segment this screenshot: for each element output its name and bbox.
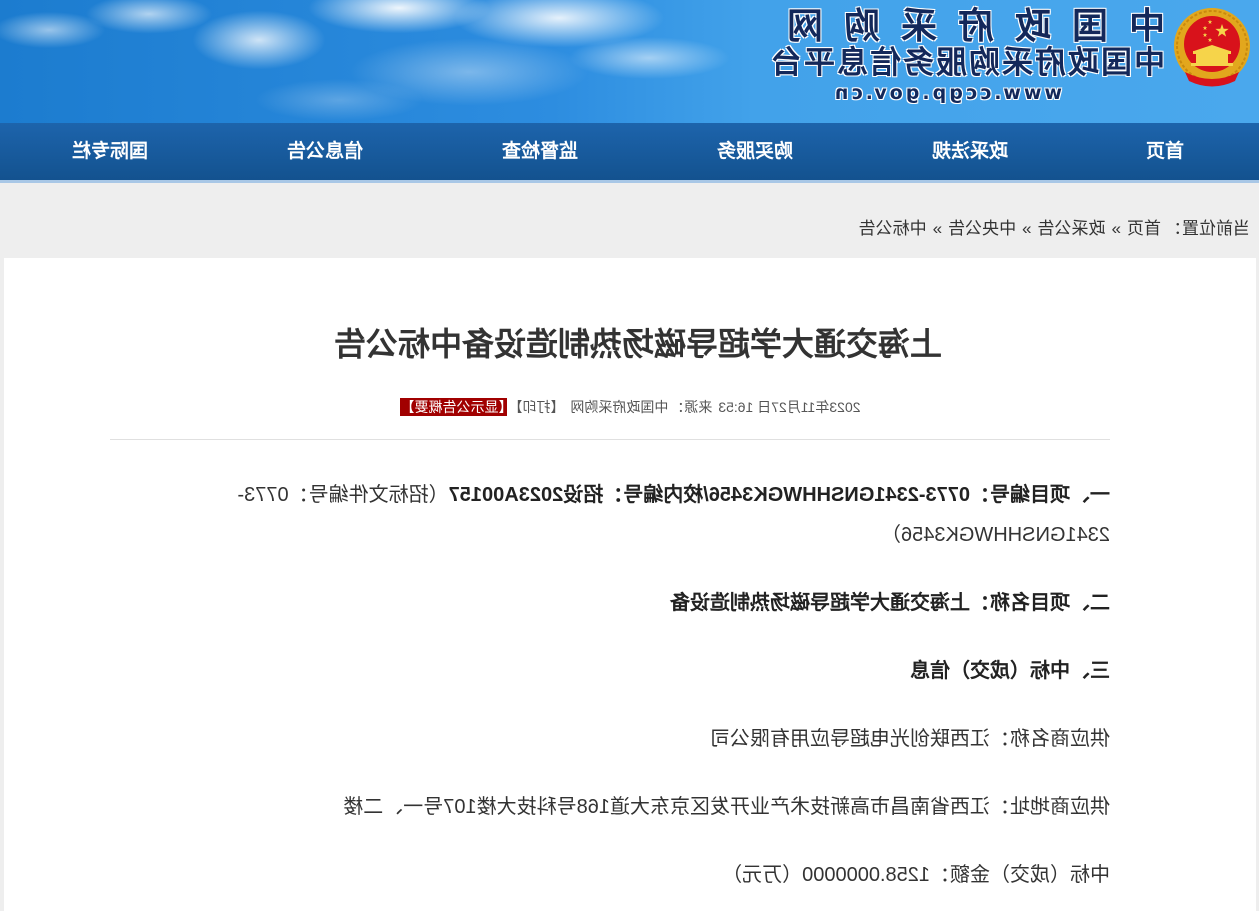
- supplier-name: 供应商名称：江西联创光电超导应用有限公司: [710, 728, 1110, 750]
- nav-item-home[interactable]: 首页: [1146, 123, 1184, 180]
- nav-item-regulations[interactable]: 政采法规: [932, 123, 1008, 180]
- show-summary-button[interactable]: 【显示公告概要】: [399, 398, 507, 416]
- site-subtitle: 中国政府采购服务信息平台: [769, 45, 1165, 80]
- article-panel: 上海交通大学超导磁场热制造设备中标公告 2023年11月27日 16:53 来源…: [4, 258, 1256, 911]
- supplier-address: 供应商地址：江西省南昌市高新技术产业开发区京东大道168号科技大楼107号一、二…: [343, 796, 1110, 818]
- breadcrumb-separator: »: [1111, 219, 1121, 238]
- nav-item-announcements[interactable]: 信息公告: [287, 123, 363, 180]
- national-emblem-icon[interactable]: [1171, 6, 1253, 90]
- article-title: 上海交通大学超导磁场热制造设备中标公告: [334, 326, 943, 362]
- article-content: 一、项目编号：0773-2341GNSHHWGK3456/校内编号：招设2023…: [110, 475, 1110, 895]
- print-link[interactable]: 【打印】: [509, 399, 565, 415]
- divider: [110, 439, 1110, 440]
- main-nav: 首页 政采法规 购买服务 监督检查 信息公告 国际专栏: [0, 123, 1259, 183]
- page: 中国政府采购网 中国政府采购服务信息平台 www.ccgp.gov.cn 首页 …: [0, 0, 1259, 911]
- site-url[interactable]: www.ccgp.gov.cn: [832, 82, 1062, 104]
- award-amount: 中标（成交）金额：1258.0000000（万元）: [722, 864, 1110, 886]
- section-project-name: 二、项目名称：上海交通大学超导磁场热制造设备: [670, 592, 1110, 614]
- breadcrumb: 当前位置：首页 » 政采公告 » 中央公告 » 中标公告: [859, 218, 1250, 240]
- project-number-text: 一、项目编号：0773-2341GNSHHWGK3456/校内编号：招设2023…: [448, 484, 1110, 506]
- breadcrumb-item-home[interactable]: 首页: [1127, 219, 1161, 238]
- site-title[interactable]: 中国政府采购网: [766, 5, 1165, 47]
- breadcrumb-item-announcements[interactable]: 政采公告: [1038, 219, 1106, 238]
- source-label: 来源：: [670, 399, 713, 415]
- breadcrumb-prefix: 当前位置：: [1165, 219, 1250, 238]
- article-meta: 2023年11月27日 16:53 来源：中国政府采购网 【打印】【显示公告概要…: [4, 397, 1256, 417]
- breadcrumb-item-award[interactable]: 中标公告: [859, 219, 927, 238]
- breadcrumb-item-central[interactable]: 中央公告: [948, 219, 1016, 238]
- nav-item-international[interactable]: 国际专栏: [72, 123, 148, 180]
- nav-item-supervision[interactable]: 监督检查: [502, 123, 578, 180]
- section-award-heading: 三、中标（成交）信息: [910, 660, 1110, 682]
- nav-item-purchase-services[interactable]: 购买服务: [717, 123, 793, 180]
- source-name: 中国政府采购网: [570, 399, 669, 415]
- section-project-number: 一、项目编号：0773-2341GNSHHWGK3456/校内编号：招设2023…: [110, 475, 1110, 555]
- breadcrumb-separator: »: [1022, 219, 1032, 238]
- site-header: 中国政府采购网 中国政府采购服务信息平台 www.ccgp.gov.cn: [0, 0, 1259, 123]
- breadcrumb-separator: »: [932, 219, 943, 238]
- publish-datetime: 2023年11月27日 16:53: [718, 399, 861, 415]
